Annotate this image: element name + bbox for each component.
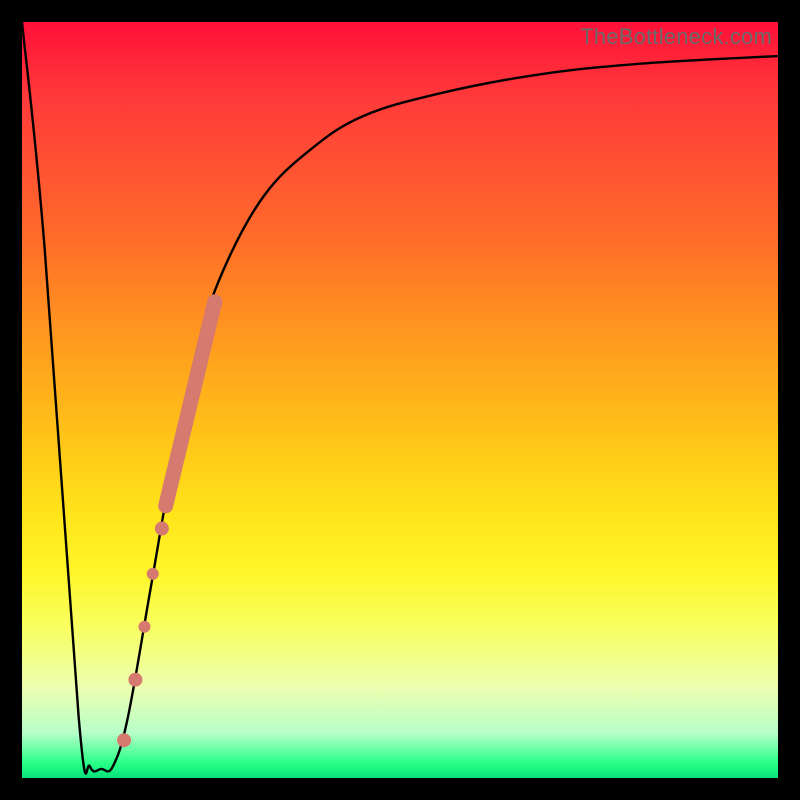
highlight-point	[128, 673, 142, 687]
plot-area: TheBottleneck.com	[22, 22, 778, 778]
highlight-point	[138, 621, 150, 633]
highlight-point	[117, 733, 131, 747]
bottleneck-curve-path	[22, 22, 778, 774]
bottleneck-curve	[22, 22, 778, 774]
chart-frame: TheBottleneck.com	[0, 0, 800, 800]
highlight-point	[155, 522, 169, 536]
highlighted-band-line	[166, 302, 215, 506]
highlighted-band	[166, 302, 215, 506]
highlight-point	[147, 568, 159, 580]
curve-layer	[22, 22, 778, 778]
